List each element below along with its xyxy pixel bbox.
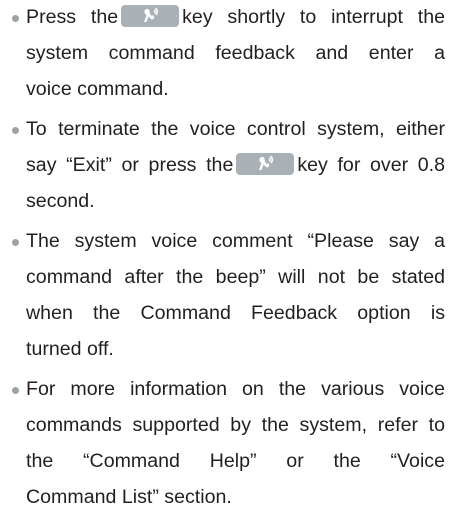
text-segment: say “Exit” or press the bbox=[26, 154, 234, 176]
text-segment: key shortly to interrupt the bbox=[182, 6, 445, 28]
text-line: command after the beep” will not be stat… bbox=[26, 266, 445, 288]
voice-key-icon bbox=[121, 5, 180, 27]
text-segment: key for over 0.8 bbox=[297, 154, 445, 176]
text-line: second. bbox=[26, 190, 95, 212]
text-line: Press the key shortly to interrupt the bbox=[26, 5, 445, 29]
text-line: the “Command Help” or the “Voice bbox=[26, 450, 445, 472]
text-line: The system voice comment “Please say a bbox=[26, 230, 445, 252]
text-line: voice command. bbox=[26, 78, 169, 100]
bullet-dot bbox=[12, 127, 19, 134]
text-line: turned off. bbox=[26, 338, 114, 360]
voice-key-icon bbox=[236, 153, 295, 175]
text-line: Command List” section. bbox=[26, 486, 232, 508]
bullet-dot bbox=[12, 387, 19, 394]
text-line: when the Command Feedback option is bbox=[26, 302, 445, 324]
text-line: say “Exit” or press the key for over 0.8 bbox=[26, 153, 445, 177]
text-segment: Press the bbox=[26, 6, 119, 28]
text-line: system command feedback and enter a bbox=[26, 42, 445, 64]
bullet-dot bbox=[12, 15, 19, 22]
bullet-dot bbox=[12, 239, 19, 246]
text-line: To terminate the voice control system, e… bbox=[26, 118, 445, 140]
text-line: commands supported by the system, refer … bbox=[26, 414, 445, 436]
text-line: For more information on the various voic… bbox=[26, 378, 445, 400]
